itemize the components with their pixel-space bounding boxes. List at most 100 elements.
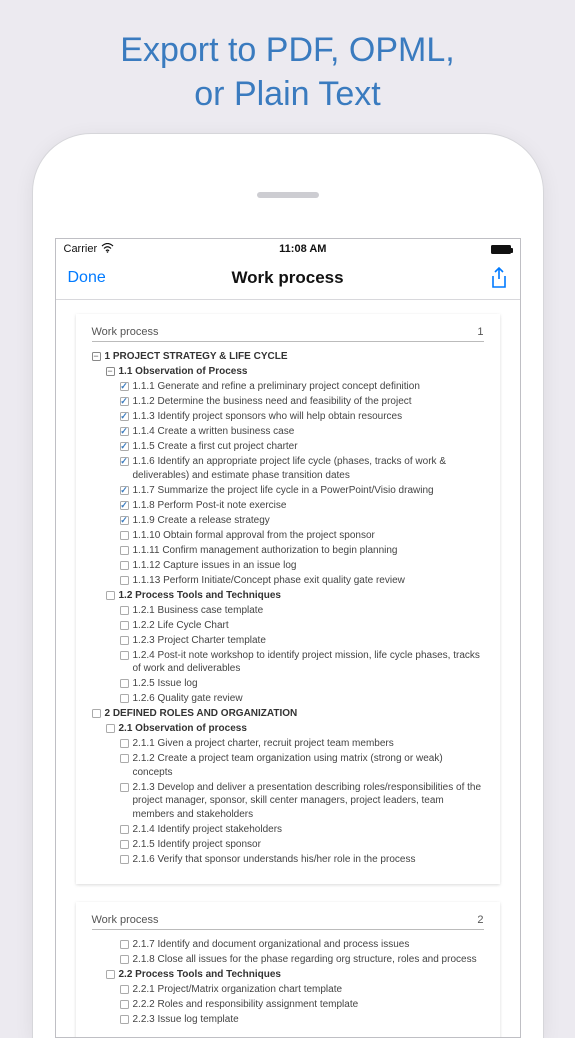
checkbox-checked-icon (120, 486, 129, 495)
outline-row: 1.1 Observation of Process (92, 365, 484, 379)
outline-row: 1.1.11 Confirm management authorization … (92, 544, 484, 558)
outline-row: 1.2.1 Business case template (92, 604, 484, 618)
outline-row: 2.1.7 Identify and document organization… (92, 938, 484, 952)
outline-row: 1.2.6 Quality gate review (92, 692, 484, 706)
page-title: Work process (231, 268, 343, 288)
outline-text: 1.2.4 Post-it note workshop to identify … (133, 649, 484, 676)
outline-row: 2.2.1 Project/Matrix organization chart … (92, 983, 484, 997)
outline-text: 1.1.3 Identify project sponsors who will… (133, 410, 403, 424)
battery-icon (491, 245, 511, 254)
outline-text: 2.1.1 Given a project charter, recruit p… (133, 737, 394, 751)
done-button[interactable]: Done (68, 269, 106, 287)
clock: 11:08 AM (279, 243, 326, 255)
collapse-icon (106, 367, 115, 376)
checkbox-empty-icon (120, 825, 129, 834)
phone-frame: Carrier 11:08 AM Done Work process Work … (33, 134, 543, 1038)
collapse-icon (92, 352, 101, 361)
outline-row: 1.1.3 Identify project sponsors who will… (92, 410, 484, 424)
checkbox-empty-icon (120, 940, 129, 949)
outline-text: 2.2.2 Roles and responsibility assignmen… (133, 998, 359, 1012)
promo-line1: Export to PDF, OPML, (120, 31, 454, 69)
outline-text: 2.2.3 Issue log template (133, 1013, 239, 1027)
outline-row: 1.1.7 Summarize the project life cycle i… (92, 484, 484, 498)
checkbox-empty-icon (120, 783, 129, 792)
checkbox-empty-icon (120, 1015, 129, 1024)
checkbox-empty-icon (120, 606, 129, 615)
checkbox-empty-icon (120, 1000, 129, 1009)
outline-text: 2.1.5 Identify project sponsor (133, 838, 261, 852)
outline-list-1: 1 PROJECT STRATEGY & LIFE CYCLE1.1 Obser… (92, 350, 484, 866)
outline-text: 1.1.12 Capture issues in an issue log (133, 559, 297, 573)
outline-text: 1.1.4 Create a written business case (133, 425, 295, 439)
outline-text: 2.1.7 Identify and document organization… (133, 938, 410, 952)
document-preview[interactable]: Work process 1 1 PROJECT STRATEGY & LIFE… (56, 300, 520, 1038)
outline-text: 2.1.3 Develop and deliver a presentation… (133, 781, 484, 822)
outline-row: 1.1.13 Perform Initiate/Concept phase ex… (92, 574, 484, 588)
outline-row: 1.1.5 Create a first cut project charter (92, 440, 484, 454)
checkbox-checked-icon (120, 382, 129, 391)
outline-row: 1.2.2 Life Cycle Chart (92, 619, 484, 633)
checkbox-checked-icon (120, 457, 129, 466)
outline-text: 1.1 Observation of Process (119, 365, 248, 379)
outline-text: 1.1.7 Summarize the project life cycle i… (133, 484, 434, 498)
outline-row: 2.1.5 Identify project sponsor (92, 838, 484, 852)
outline-row: 2.1.6 Verify that sponsor understands hi… (92, 853, 484, 867)
share-button[interactable] (490, 267, 508, 289)
outline-row: 1.1.6 Identify an appropriate project li… (92, 455, 484, 482)
outline-text: 2.2 Process Tools and Techniques (119, 968, 281, 982)
checkbox-empty-icon (120, 855, 129, 864)
checkbox-empty-icon (106, 591, 115, 600)
page-number: 2 (477, 914, 483, 926)
checkbox-checked-icon (120, 427, 129, 436)
carrier-label: Carrier (64, 243, 98, 255)
outline-text: 1.1.13 Perform Initiate/Concept phase ex… (133, 574, 405, 588)
page-header-title: Work process (92, 326, 159, 338)
outline-text: 2.1 Observation of process (119, 722, 247, 736)
checkbox-empty-icon (120, 621, 129, 630)
outline-row: 2.1.8 Close all issues for the phase reg… (92, 953, 484, 967)
outline-list-2: 2.1.7 Identify and document organization… (92, 938, 484, 1027)
checkbox-empty-icon (106, 724, 115, 733)
outline-row: 2.1.1 Given a project charter, recruit p… (92, 737, 484, 751)
outline-text: 1.2.3 Project Charter template (133, 634, 266, 648)
outline-text: 1 PROJECT STRATEGY & LIFE CYCLE (105, 350, 288, 364)
outline-text: 1.1.2 Determine the business need and fe… (133, 395, 412, 409)
outline-text: 1.2.6 Quality gate review (133, 692, 243, 706)
checkbox-checked-icon (120, 442, 129, 451)
outline-row: 1.1.4 Create a written business case (92, 425, 484, 439)
promo-headline: Export to PDF, OPML, or Plain Text (0, 0, 575, 134)
outline-row: 1.2.4 Post-it note workshop to identify … (92, 649, 484, 676)
checkbox-empty-icon (92, 709, 101, 718)
outline-text: 1.1.1 Generate and refine a preliminary … (133, 380, 420, 394)
checkbox-empty-icon (120, 754, 129, 763)
outline-row: 2.1.4 Identify project stakeholders (92, 823, 484, 837)
checkbox-empty-icon (120, 531, 129, 540)
wifi-icon (101, 242, 114, 256)
outline-text: 1.1.8 Perform Post-it note exercise (133, 499, 287, 513)
checkbox-empty-icon (120, 636, 129, 645)
outline-text: 2.1.4 Identify project stakeholders (133, 823, 283, 837)
outline-row: 2.2.2 Roles and responsibility assignmen… (92, 998, 484, 1012)
checkbox-checked-icon (120, 501, 129, 510)
outline-text: 2 DEFINED ROLES AND ORGANIZATION (105, 707, 298, 721)
outline-text: 2.1.8 Close all issues for the phase reg… (133, 953, 477, 967)
outline-row: 2 DEFINED ROLES AND ORGANIZATION (92, 707, 484, 721)
checkbox-empty-icon (120, 576, 129, 585)
checkbox-checked-icon (120, 412, 129, 421)
outline-row: 2.1.3 Develop and deliver a presentation… (92, 781, 484, 822)
phone-speaker (257, 192, 319, 198)
page-header-title: Work process (92, 914, 159, 926)
checkbox-checked-icon (120, 397, 129, 406)
checkbox-checked-icon (120, 516, 129, 525)
outline-text: 1.1.9 Create a release strategy (133, 514, 270, 528)
outline-text: 1.1.11 Confirm management authorization … (133, 544, 398, 558)
checkbox-empty-icon (120, 679, 129, 688)
checkbox-empty-icon (120, 651, 129, 660)
outline-text: 1.2 Process Tools and Techniques (119, 589, 281, 603)
promo-line2: or Plain Text (194, 75, 380, 113)
outline-row: 1.2 Process Tools and Techniques (92, 589, 484, 603)
outline-row: 1.1.9 Create a release strategy (92, 514, 484, 528)
outline-text: 2.1.6 Verify that sponsor understands hi… (133, 853, 416, 867)
outline-row: 2.1.2 Create a project team organization… (92, 752, 484, 779)
pdf-page-1: Work process 1 1 PROJECT STRATEGY & LIFE… (76, 314, 500, 884)
